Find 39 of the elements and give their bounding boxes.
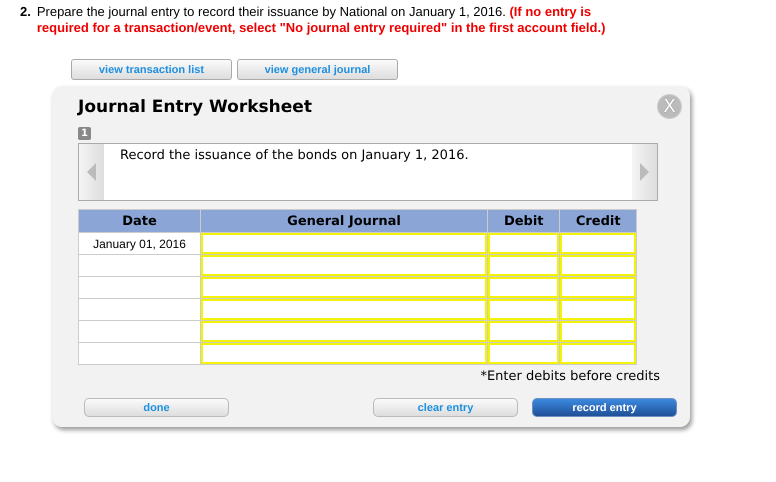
question-number: 2. xyxy=(20,4,31,21)
credit-field[interactable] xyxy=(560,277,636,298)
record-button[interactable]: record entry xyxy=(532,398,677,417)
account-field[interactable] xyxy=(201,343,487,364)
debit-field[interactable] xyxy=(488,343,560,364)
column-header: Credit xyxy=(560,210,636,232)
credit-field[interactable] xyxy=(560,321,636,342)
column-header: Debit xyxy=(488,210,560,232)
action-button[interactable]: clear entry xyxy=(373,398,518,417)
debit-field[interactable] xyxy=(488,299,560,320)
left-triangle-icon xyxy=(87,163,96,181)
account-field[interactable] xyxy=(201,233,487,254)
worksheet-title: Journal Entry Worksheet xyxy=(78,96,312,116)
credit-field[interactable] xyxy=(560,255,636,276)
page-number[interactable]: 1 xyxy=(78,127,91,140)
account-field[interactable] xyxy=(201,299,487,320)
column-header: General Journal xyxy=(200,210,488,232)
action-button[interactable]: done xyxy=(84,398,229,417)
credit-field[interactable] xyxy=(560,299,636,320)
footnote: *Enter debits before credits xyxy=(479,369,660,384)
debit-field[interactable] xyxy=(488,233,560,254)
account-field[interactable] xyxy=(201,277,487,298)
right-triangle-icon xyxy=(640,163,649,181)
column-header: Date xyxy=(78,210,200,232)
date-cell: January 01, 2016 xyxy=(78,232,200,254)
question-text: Prepare the journal entry to record their issuance by National on January 1, 2016. (If no entry is required for a transaction/event, select "No journal entry required" in the first account field.) xyxy=(36,4,606,36)
debit-field[interactable] xyxy=(488,277,560,298)
account-field[interactable] xyxy=(201,255,487,276)
credit-field[interactable] xyxy=(560,233,636,254)
view-button[interactable]: view transaction list xyxy=(71,59,232,80)
debit-field[interactable] xyxy=(488,321,560,342)
next-button[interactable] xyxy=(632,144,657,200)
debit-field[interactable] xyxy=(488,255,560,276)
close-button[interactable]: X xyxy=(657,94,682,119)
account-field[interactable] xyxy=(201,321,487,342)
previous-button[interactable] xyxy=(79,144,104,200)
view-button[interactable]: view general journal xyxy=(237,59,398,80)
description-text: Record the issuance of the bonds on January 1, 2016. xyxy=(119,147,470,165)
credit-field[interactable] xyxy=(560,343,636,364)
